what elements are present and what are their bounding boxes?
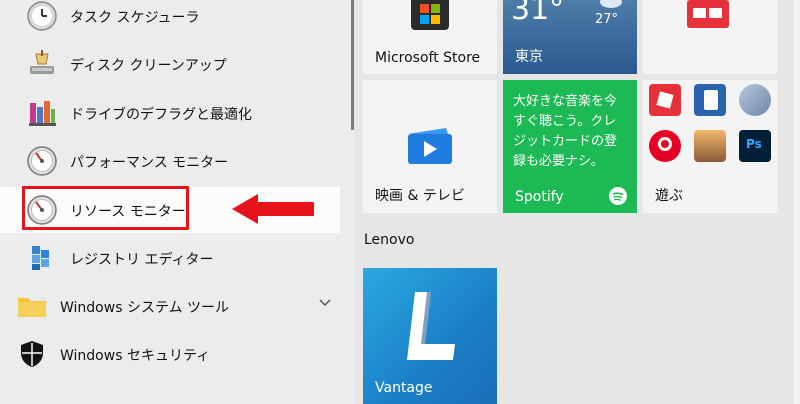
- section-header-lenovo: Lenovo: [364, 232, 415, 248]
- tile-microsoft-store[interactable]: Microsoft Store: [363, 0, 497, 74]
- solitaire-icon: [694, 84, 726, 116]
- app-item-performance-monitor[interactable]: パフォーマンス モニター: [0, 138, 340, 184]
- tile-label: Vantage: [375, 380, 433, 396]
- folder-windows-system-tools[interactable]: Windows システム ツール: [0, 283, 340, 329]
- app-label: ドライブのデフラグと最適化: [70, 107, 252, 123]
- clock-icon: [27, 1, 57, 31]
- app-item-windows-security[interactable]: Windows セキュリティ: [0, 331, 340, 377]
- folder-label: Windows システム ツール: [60, 300, 229, 316]
- window-edge: [794, 0, 800, 404]
- disk-cleanup-icon: [30, 50, 54, 74]
- app-label: レジストリ エディター: [70, 252, 214, 268]
- roblox-icon: [649, 84, 681, 116]
- tile-label: 映画 & テレビ: [375, 188, 465, 204]
- spotify-icon: [609, 187, 627, 205]
- store-icon: [411, 0, 449, 30]
- movies-icon: [408, 128, 452, 164]
- weather-city: 東京: [515, 49, 543, 65]
- game-icon: [694, 130, 726, 162]
- spotify-promo: 大好きな音楽を今すぐ聴こう。クレジットカードの登録も必要ナシ。: [513, 94, 618, 169]
- registry-icon: [32, 246, 49, 270]
- highlight-box: [22, 186, 189, 230]
- game-icon: [739, 84, 771, 116]
- tile-label: Spotify: [515, 189, 564, 205]
- app-label: ディスク クリーンアップ: [70, 58, 227, 74]
- vantage-logo-icon: [407, 292, 455, 360]
- cloud-icon: [600, 0, 622, 8]
- weather-low: 27°: [595, 12, 619, 27]
- shield-icon: [21, 341, 43, 367]
- weather-temp: 31°: [511, 0, 565, 27]
- app-item-registry-editor[interactable]: レジストリ エディター: [0, 235, 340, 281]
- pinterest-icon: [649, 130, 681, 162]
- app-icon: [687, 0, 729, 28]
- tile-label: 遊ぶ: [655, 188, 683, 204]
- defrag-icon: [29, 101, 56, 126]
- app-item-task-scheduler[interactable]: タスク スケジューラ: [0, 0, 340, 39]
- tile-app[interactable]: [643, 0, 777, 74]
- tile-play-folder[interactable]: Ps 遊ぶ: [643, 80, 777, 213]
- arrow-icon: [232, 194, 314, 224]
- photoshop-icon: Ps: [739, 130, 771, 162]
- chevron-down-icon[interactable]: [318, 298, 332, 308]
- app-label: パフォーマンス モニター: [70, 155, 229, 171]
- tile-movies-tv[interactable]: 映画 & テレビ: [363, 80, 497, 213]
- app-label: タスク スケジューラ: [70, 10, 200, 26]
- tile-label: Microsoft Store: [375, 50, 481, 66]
- app-item-defrag[interactable]: ドライブのデフラグと最適化: [0, 90, 340, 136]
- folder-icon: [18, 298, 46, 317]
- app-item-disk-cleanup[interactable]: ディスク クリーンアップ: [0, 41, 340, 87]
- app-label: Windows セキュリティ: [60, 348, 211, 364]
- gauge-icon: [27, 146, 57, 176]
- tile-weather[interactable]: 31° 27° 東京: [503, 0, 637, 74]
- tile-lenovo-vantage[interactable]: Vantage: [363, 268, 497, 404]
- tile-spotify[interactable]: 大好きな音楽を今すぐ聴こう。クレジットカードの登録も必要ナシ。 Spotify: [503, 80, 637, 213]
